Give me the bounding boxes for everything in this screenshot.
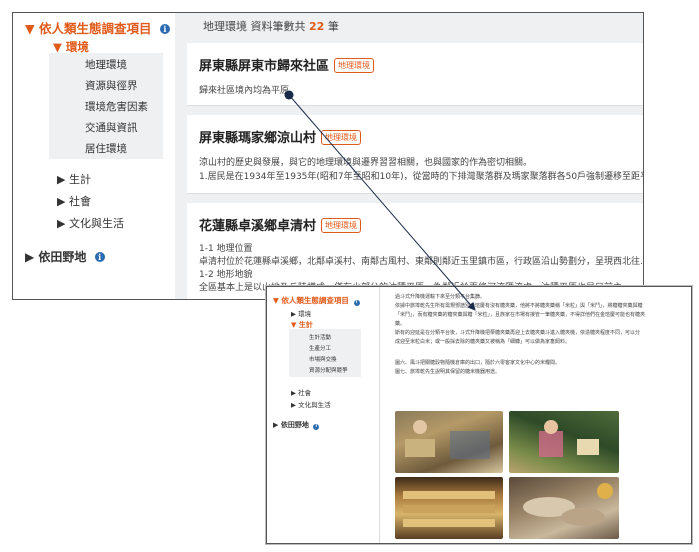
caret-right-icon: ▶ [273, 421, 279, 429]
inset-sidebar: ▼ 依人類生態調查項目 i ▶ 環境 ▼ 生計 生計活動 生產分工 市場與交換 … [267, 287, 380, 543]
caret-down-icon: ▼ [291, 321, 297, 329]
category-tag: 地理環境 [321, 218, 362, 233]
card-text: 1-2 地形地貌 [199, 270, 253, 280]
count-suffix: 筆 [327, 20, 339, 33]
result-card[interactable]: 屏東縣屏東市歸來社區 地理環境 歸來社區境內均為平原。 [187, 43, 643, 106]
caret-right-icon: ▶ [291, 389, 296, 397]
caret-down-icon: ▼ [25, 21, 35, 36]
nav-root-ecology[interactable]: ▼ 依人類生態調查項目 i [25, 18, 170, 37]
count-value: 22 [309, 20, 325, 33]
card-text: 1.居民是在1934年至1935年(昭和7年至昭和10年)，從當時的下排灣聚落群… [199, 172, 644, 182]
count-prefix: 地理環境 資料筆數共 [203, 20, 306, 33]
nav-cat-livelihood[interactable]: ▶ 生計 [57, 171, 91, 187]
sidebar-item-geography[interactable]: 地理環境 [85, 57, 127, 72]
photo-roots[interactable] [509, 477, 619, 539]
nav-cat-label: 生計 [68, 173, 91, 186]
inset-item[interactable]: 生計活動 [309, 333, 331, 341]
inset-text-line: 圖七、旅埠乾先生說明其保留的糖米機器用途。 [395, 369, 501, 375]
nav-cat-label: 文化與生活 [68, 217, 124, 230]
main-screenshot-frame: ▼ 依人類生態調查項目 i ▼ 環境 地理環境 資源與徑界 環境危害因素 交通與… [12, 12, 644, 300]
inset-text-line: 過斗式升降機運輸下來至分類平台集篩。 [395, 294, 486, 300]
caret-down-icon: ▼ [273, 296, 279, 305]
inset-sub-label: 生計 [298, 321, 313, 329]
inset-root-label: 依人類生態調查項目 [281, 296, 349, 305]
card-title[interactable]: 花蓮縣卓溪鄉卓清村 地理環境 [199, 215, 362, 234]
caret-right-icon: ▶ [291, 401, 296, 409]
card-title-text: 屏東縣屏東市歸來社區 [199, 59, 330, 74]
inset-item[interactable]: 市場與交換 [309, 355, 337, 363]
category-tag: 地理環境 [334, 58, 375, 73]
inset-cat-label: 文化與生活 [298, 401, 331, 409]
caret-right-icon: ▶ [291, 310, 296, 318]
info-icon[interactable]: i [353, 300, 360, 306]
sidebar-item-housing[interactable]: 居住環境 [85, 141, 127, 156]
card-title[interactable]: 屏東縣瑪家鄉涼山村 地理環境 [199, 127, 362, 146]
nav-cat-society[interactable]: ▶ 社會 [57, 193, 91, 209]
card-title-text: 屏東縣瑪家鄉涼山村 [199, 131, 317, 146]
sidebar: ▼ 依人類生態調查項目 i ▼ 環境 地理環境 資源與徑界 環境危害因素 交通與… [13, 13, 175, 299]
caret-right-icon: ▶ [25, 250, 35, 264]
inset-item[interactable]: 資源分配與競爭 [309, 366, 348, 374]
inset-nav-environment[interactable]: ▶ 環境 [291, 308, 311, 318]
inset-text-line: 成迎至米粒白米；或一般採去除的糖夾藥又被稱為「細糠」可以做為家畜飼料。 [395, 339, 571, 345]
card-title[interactable]: 屏東縣屏東市歸來社區 地理環境 [199, 55, 375, 74]
inset-root-label: 依田野地 [280, 421, 309, 429]
nav-root-fieldsite[interactable]: ▶ 依田野地 i [25, 248, 105, 265]
caret-right-icon: ▶ [57, 217, 66, 230]
card-text: 歸來社區境內均為平原。 [199, 86, 299, 96]
inset-nav-fieldsite[interactable]: ▶ 依田野地 i [273, 420, 320, 430]
inset-nav-culture[interactable]: ▶ 文化與生活 [291, 399, 331, 409]
photo-workers[interactable] [509, 411, 619, 473]
inset-text-line: 藥。 [395, 321, 406, 327]
inset-text-line: 依據中旅埠乾先生所有需規鄧譜別金瑄慶有沒有糖夾藥，他將不將糖夾藥稱「米粒」與「米… [395, 303, 643, 309]
caret-right-icon: ▶ [57, 173, 66, 186]
card-text: 1-1 地理位置 [199, 244, 253, 254]
nav-cat-label: 社會 [68, 195, 91, 208]
inset-nav-root[interactable]: ▼ 依人類生態調查項目 i [273, 295, 360, 306]
category-tag: 地理環境 [321, 130, 362, 145]
card-text: 涼山村的歷史與發展，與它的地理環境與遷界習習相關，也與國家的作為密切相關。 [199, 158, 533, 168]
card-title-text: 花蓮縣卓溪鄉卓清村 [199, 219, 317, 234]
caret-right-icon: ▶ [57, 195, 66, 208]
nav-cat-culture[interactable]: ▶ 文化與生活 [57, 215, 124, 231]
sidebar-item-resources[interactable]: 資源與徑界 [85, 78, 138, 93]
sidebar-item-hazards[interactable]: 環境危害因素 [85, 99, 148, 114]
inset-text-line: 圖六、風斗把關糖穀物隨機倉庫的出口，隨於六零客家文化中心的米糧間。 [395, 360, 561, 366]
photo-bundles[interactable] [395, 477, 503, 539]
inset-nav-society[interactable]: ▶ 社會 [291, 387, 311, 397]
nav-sub-label: 環境 [65, 40, 89, 54]
info-icon[interactable]: i [159, 24, 170, 34]
inset-item[interactable]: 生產分工 [309, 344, 331, 352]
inset-cat-label: 社會 [298, 389, 312, 397]
photo-harvest[interactable] [395, 411, 503, 473]
sidebar-item-transport[interactable]: 交通與資訊 [85, 120, 138, 135]
inset-screenshot-frame: ▼ 依人類生態調查項目 i ▶ 環境 ▼ 生計 生計活動 生產分工 市場與交換 … [266, 286, 692, 544]
inset-text-line: 「米鬥」，而有糖夾藥的糖夾藥與糖「米粒」，且族家在市場有接管一筆糖夾藥，不得詳他… [395, 312, 646, 318]
nav-root-label: 依人類生態調查項目 [38, 21, 152, 36]
inset-text-line: 斯有的迎延是在分類平台後，斗式升降機把栗糖夾藥再迎上去糖夾藥斗進入糖夾機，依造糖… [395, 330, 641, 336]
info-icon[interactable]: i [313, 424, 320, 430]
nav-root-label: 依田野地 [38, 250, 87, 264]
card-text: 卓清村位於花蓮縣卓溪鄉，北鄰卓溪村、南鄰古風村、東鄰則鄰近玉里鎮市區，行政區沿山… [199, 257, 644, 267]
results-count: 地理環境 資料筆數共 22 筆 [203, 18, 339, 34]
caret-down-icon: ▼ [53, 40, 62, 54]
result-card[interactable]: 屏東縣瑪家鄉涼山村 地理環境 涼山村的歷史與發展，與它的地理環境與遷界習習相關，也… [187, 115, 643, 194]
inset-cat-label: 環境 [298, 310, 312, 318]
info-icon[interactable]: i [94, 252, 105, 262]
